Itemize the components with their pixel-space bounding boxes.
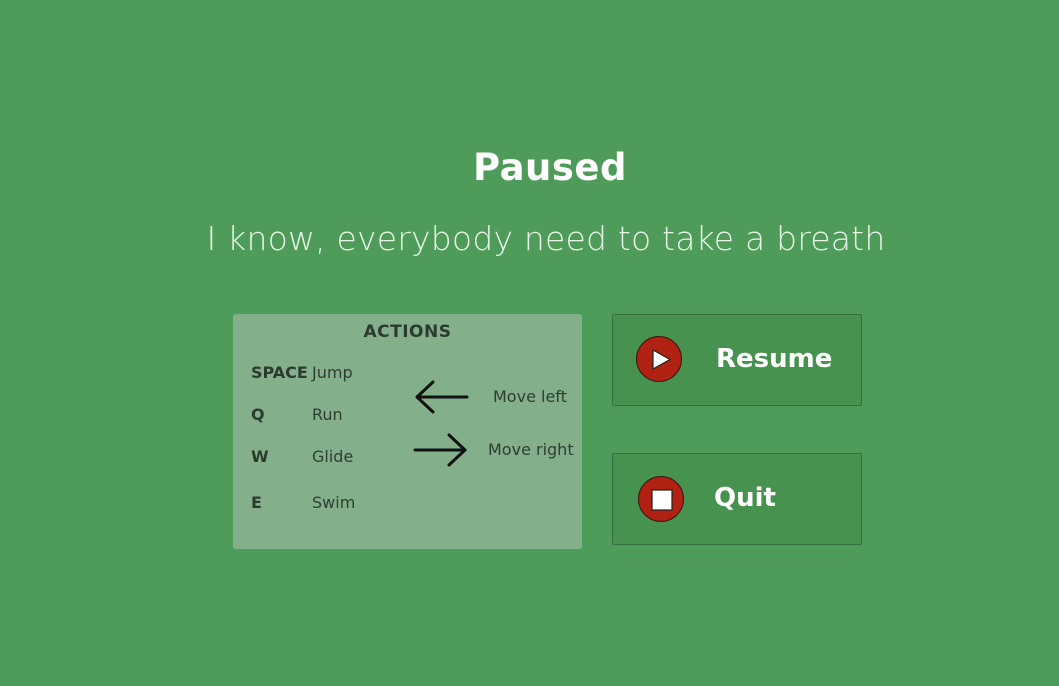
action-glide: Glide [312, 447, 354, 466]
arrow-right-icon [413, 433, 467, 467]
quit-button[interactable]: Quit [612, 453, 862, 545]
move-right-label: Move right [488, 440, 574, 459]
actions-panel: ACTIONS SPACE Jump Q Run W Glide E Swim … [233, 314, 582, 549]
actions-heading: ACTIONS [363, 322, 452, 342]
play-icon [636, 336, 682, 382]
key-space: SPACE [251, 363, 308, 382]
resume-label: Resume [716, 344, 833, 374]
resume-button[interactable]: Resume [612, 314, 862, 406]
key-q: Q [251, 405, 265, 424]
pause-title: Paused [472, 146, 628, 189]
arrow-left-icon [415, 380, 469, 414]
key-e: E [251, 493, 262, 512]
key-w: W [251, 447, 269, 466]
pause-subtitle: I know, everybody need to take a breath [206, 219, 886, 258]
action-run: Run [312, 405, 343, 424]
action-swim: Swim [312, 493, 356, 512]
action-jump: Jump [312, 363, 353, 382]
move-left-label: Move left [493, 387, 567, 406]
stop-icon [638, 476, 684, 522]
quit-label: Quit [714, 483, 776, 513]
